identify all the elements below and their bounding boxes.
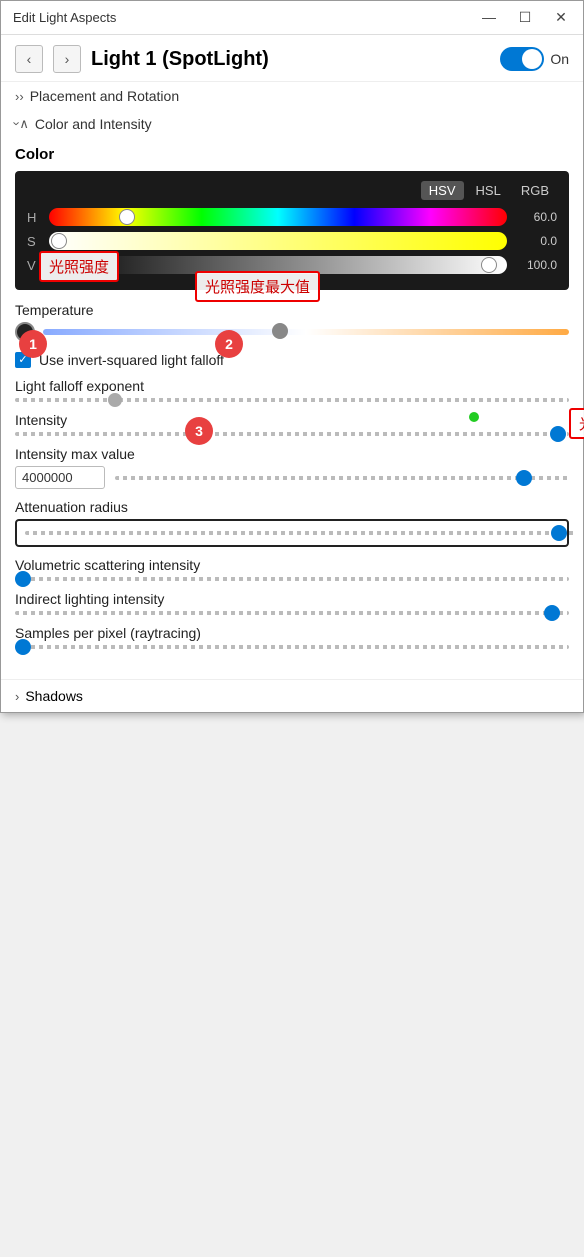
intensity-max-row bbox=[15, 466, 569, 489]
indirect-section: Indirect lighting intensity bbox=[15, 591, 569, 615]
placement-chevron: › bbox=[15, 89, 24, 104]
close-btn[interactable]: ✕ bbox=[551, 9, 571, 26]
shadows-label: Shadows bbox=[25, 688, 83, 704]
value-thumb[interactable] bbox=[481, 257, 497, 273]
window-title: Edit Light Aspects bbox=[13, 10, 116, 25]
indirect-thumb[interactable] bbox=[544, 605, 560, 621]
color-picker: HSV HSL RGB H 60.0 S bbox=[15, 171, 569, 290]
attenuation-thumb[interactable] bbox=[551, 525, 567, 541]
light-falloff-section: Light falloff exponent bbox=[15, 378, 569, 402]
tab-rgb[interactable]: RGB bbox=[513, 181, 557, 200]
attenuation-label: Attenuation radius bbox=[15, 499, 569, 515]
samples-label: Samples per pixel (raytracing) bbox=[15, 625, 569, 641]
indirect-slider[interactable] bbox=[15, 611, 569, 615]
annotation-attenuation-label: 光照的衰减范围 bbox=[569, 408, 584, 439]
volumetric-label: Volumetric scattering intensity bbox=[15, 557, 569, 573]
minimize-btn[interactable]: — bbox=[479, 9, 499, 26]
attenuation-slider[interactable] bbox=[25, 531, 575, 535]
light-falloff-thumb[interactable] bbox=[108, 393, 122, 407]
light-falloff-slider[interactable] bbox=[15, 398, 569, 402]
value-slider-row: V 100.0 bbox=[27, 256, 557, 274]
temperature-thumb[interactable] bbox=[272, 323, 288, 339]
maximize-btn[interactable]: ☐ bbox=[515, 9, 535, 26]
color-section-label: Color bbox=[15, 146, 569, 163]
circle-1: 1 bbox=[19, 330, 47, 358]
hue-label: H bbox=[27, 210, 41, 225]
temperature-label: Temperature bbox=[15, 302, 569, 318]
hue-slider[interactable] bbox=[49, 208, 507, 226]
light-falloff-label: Light falloff exponent bbox=[15, 378, 569, 394]
intensity-slider[interactable] bbox=[15, 432, 569, 436]
shadows-chevron: › bbox=[15, 689, 19, 704]
samples-section: Samples per pixel (raytracing) bbox=[15, 625, 569, 649]
color-intensity-section-header[interactable]: ∧ Color and Intensity bbox=[1, 110, 583, 138]
toggle-container: On bbox=[500, 47, 569, 71]
volumetric-slider[interactable] bbox=[15, 577, 569, 581]
content-area: Color HSV HSL RGB H 60.0 bbox=[1, 146, 583, 671]
saturation-thumb[interactable] bbox=[51, 233, 67, 249]
volumetric-section: Volumetric scattering intensity bbox=[15, 557, 569, 581]
hue-slider-row: H 60.0 bbox=[27, 208, 557, 226]
nav-back-button[interactable]: ‹ bbox=[15, 45, 43, 73]
checkbox-row: ✓ Use invert-squared light falloff bbox=[15, 352, 569, 368]
value-value: 100.0 bbox=[515, 258, 557, 272]
checkbox-label: Use invert-squared light falloff bbox=[39, 352, 224, 368]
intensity-max-label: Intensity max value bbox=[15, 446, 569, 462]
samples-slider[interactable] bbox=[15, 645, 569, 649]
intensity-label: Intensity bbox=[15, 412, 569, 428]
value-slider[interactable] bbox=[49, 256, 507, 274]
value-label: V bbox=[27, 258, 41, 273]
saturation-slider[interactable] bbox=[49, 232, 507, 250]
saturation-slider-row: S 0.0 bbox=[27, 232, 557, 250]
tab-hsv[interactable]: HSV bbox=[421, 181, 464, 200]
color-picker-container: HSV HSL RGB H 60.0 S bbox=[15, 171, 569, 290]
samples-thumb[interactable] bbox=[15, 639, 31, 655]
intensity-thumb[interactable] bbox=[550, 426, 566, 442]
saturation-label: S bbox=[27, 234, 41, 249]
attenuation-box bbox=[15, 519, 569, 547]
circle-3: 3 bbox=[185, 417, 213, 445]
color-tabs: HSV HSL RGB bbox=[27, 181, 557, 200]
title-bar: Edit Light Aspects — ☐ ✕ bbox=[1, 1, 583, 35]
nav-forward-button[interactable]: › bbox=[53, 45, 81, 73]
tab-hsl[interactable]: HSL bbox=[468, 181, 509, 200]
toggle-label: On bbox=[550, 51, 569, 67]
saturation-value: 0.0 bbox=[515, 234, 557, 248]
color-intensity-label: Color and Intensity bbox=[35, 116, 152, 132]
intensity-max-slider-container bbox=[115, 472, 569, 484]
hue-thumb[interactable] bbox=[119, 209, 135, 225]
intensity-max-input[interactable] bbox=[15, 466, 105, 489]
volumetric-thumb[interactable] bbox=[15, 571, 31, 587]
intensity-max-slider[interactable] bbox=[115, 476, 569, 480]
placement-section-header[interactable]: › Placement and Rotation bbox=[1, 82, 583, 110]
intensity-section: Intensity 光照的衰减范围 bbox=[15, 412, 569, 436]
attenuation-section: Attenuation radius bbox=[15, 499, 569, 547]
forward-icon: › bbox=[65, 51, 70, 67]
circle-2: 2 bbox=[215, 330, 243, 358]
color-intensity-chevron: ∧ bbox=[15, 116, 29, 132]
hue-value: 60.0 bbox=[515, 210, 557, 224]
shadows-section-header[interactable]: › Shadows bbox=[1, 679, 583, 712]
temperature-slider[interactable] bbox=[43, 329, 569, 335]
intensity-max-thumb[interactable] bbox=[516, 470, 532, 486]
main-window: Edit Light Aspects — ☐ ✕ ‹ › Light 1 (Sp… bbox=[0, 0, 584, 713]
placement-label: Placement and Rotation bbox=[30, 88, 179, 104]
back-icon: ‹ bbox=[27, 51, 32, 67]
temperature-section: Temperature 1 2 bbox=[15, 302, 569, 342]
light-title: Light 1 (SpotLight) bbox=[91, 48, 490, 71]
intensity-max-section: Intensity max value bbox=[15, 446, 569, 489]
window-controls: — ☐ ✕ bbox=[479, 9, 571, 26]
header-row: ‹ › Light 1 (SpotLight) On bbox=[1, 35, 583, 82]
indirect-label: Indirect lighting intensity bbox=[15, 591, 569, 607]
light-toggle[interactable] bbox=[500, 47, 544, 71]
